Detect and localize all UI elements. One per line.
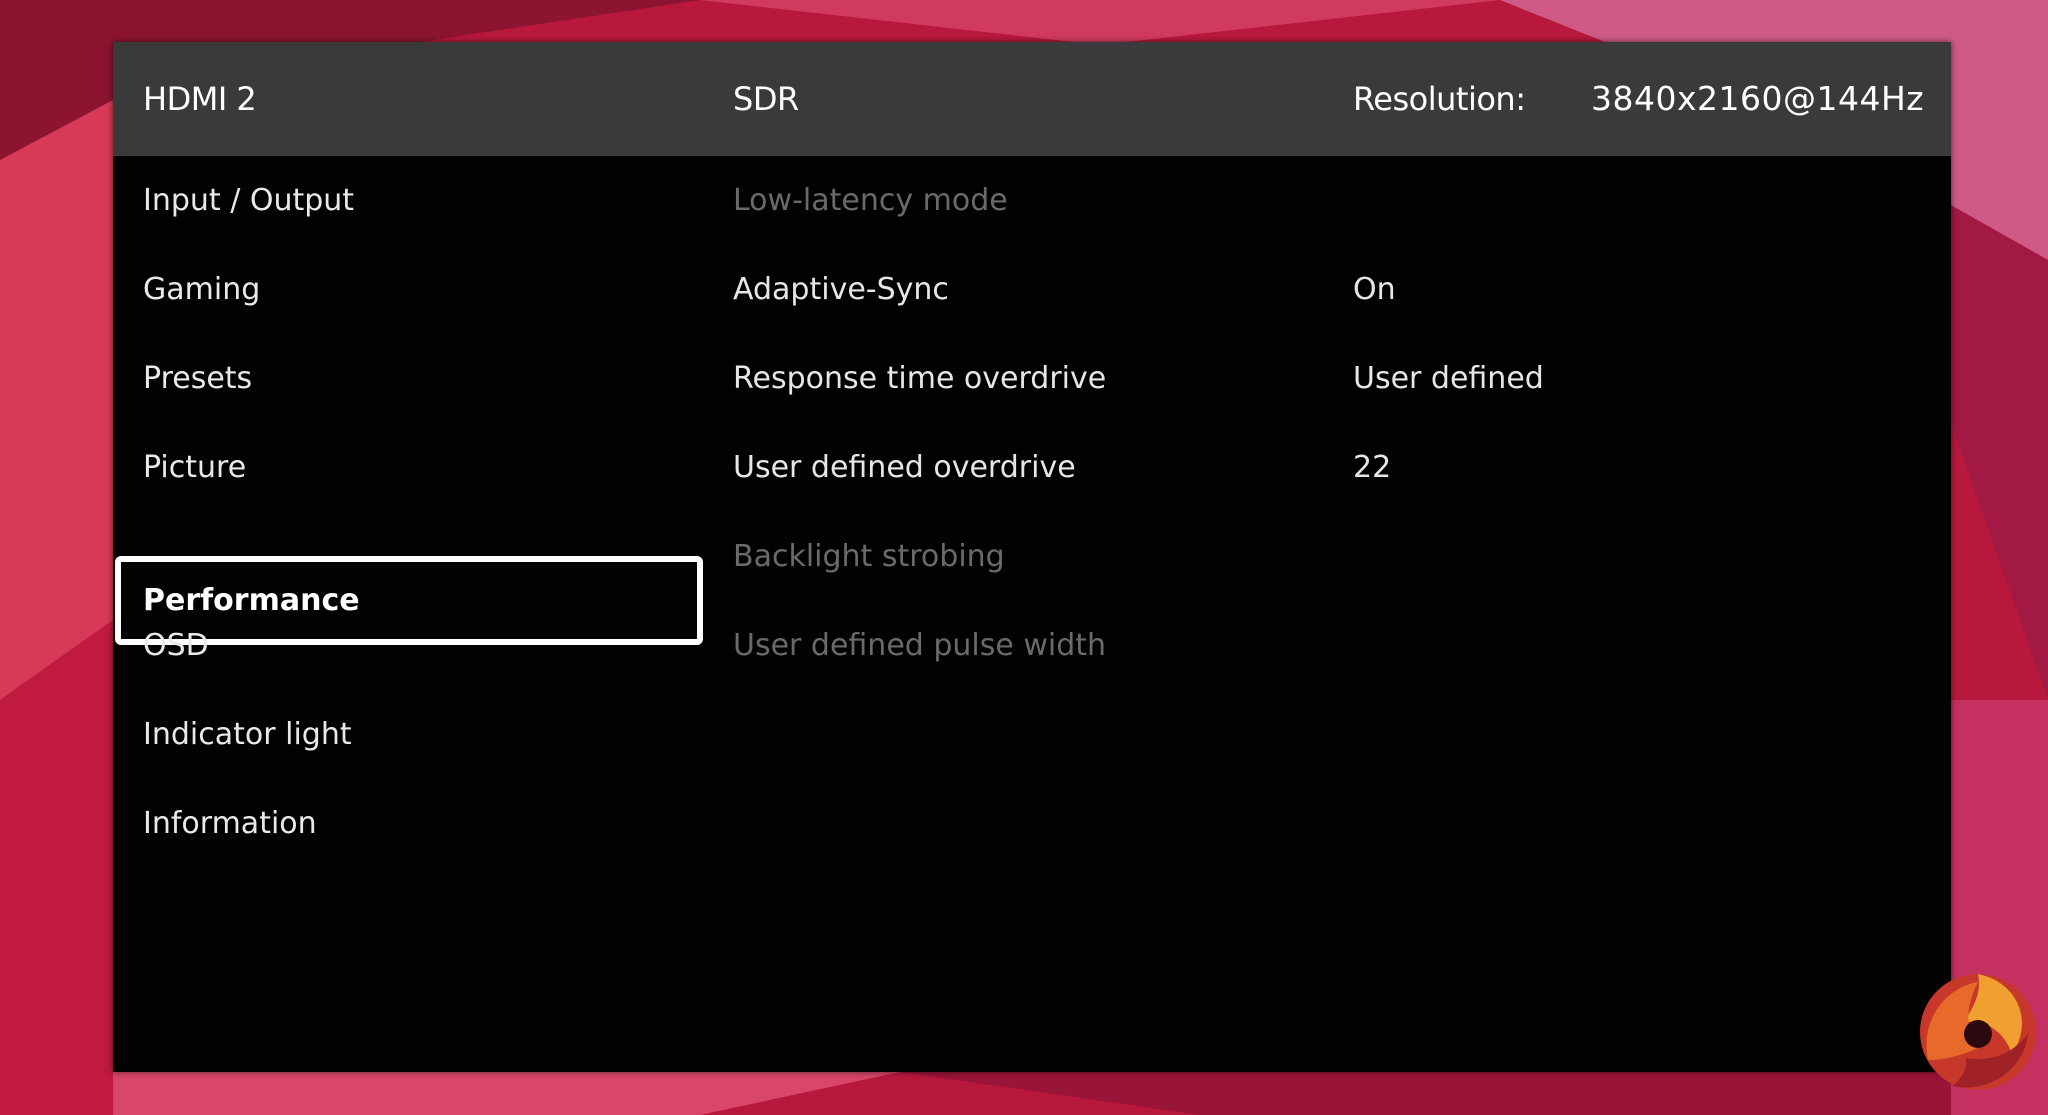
menu-item-indicator-light[interactable]: Indicator light xyxy=(113,690,705,779)
menu-item-label: Presets xyxy=(143,361,253,396)
input-source-label: HDMI 2 xyxy=(143,80,257,118)
menu-item-osd[interactable]: OSD xyxy=(113,601,705,690)
setting-label: User defined pulse width xyxy=(733,628,1107,663)
menu-item-label: Gaming xyxy=(143,272,261,307)
osd-header-bar: HDMI 2 SDR Resolution: 3840x2160@144Hz xyxy=(113,42,1951,156)
setting-value: 22 xyxy=(1353,450,1392,485)
osd-main-menu: Input / Output Gaming Presets Picture Pe… xyxy=(113,156,705,1072)
setting-value: On xyxy=(1353,272,1396,307)
setting-row-user-defined-overdrive[interactable]: User defined overdrive 22 xyxy=(733,423,1933,512)
setting-label: Low-latency mode xyxy=(733,183,1008,218)
setting-row-response-time-overdrive[interactable]: Response time overdrive User defined xyxy=(733,334,1933,423)
dynamic-range-label: SDR xyxy=(733,80,799,118)
menu-item-picture[interactable]: Picture xyxy=(113,423,705,512)
setting-row-backlight-strobing: Backlight strobing xyxy=(733,512,1933,601)
resolution-label: Resolution: xyxy=(1353,80,1526,118)
kitguru-logo-icon xyxy=(1920,974,2036,1090)
setting-row-adaptive-sync[interactable]: Adaptive-Sync On xyxy=(733,245,1933,334)
setting-row-user-defined-pulse-width: User defined pulse width xyxy=(733,601,1933,690)
setting-label: Backlight strobing xyxy=(733,539,1005,574)
menu-item-label: Picture xyxy=(143,450,247,485)
setting-value: User defined xyxy=(1353,361,1544,396)
menu-item-label: Input / Output xyxy=(143,183,355,218)
setting-label: Adaptive-Sync xyxy=(733,272,949,307)
menu-item-gaming[interactable]: Gaming xyxy=(113,245,705,334)
menu-item-presets[interactable]: Presets xyxy=(113,334,705,423)
menu-item-input-output[interactable]: Input / Output xyxy=(113,156,705,245)
performance-settings-list: Low-latency mode Adaptive-Sync On Respon… xyxy=(733,156,1933,1072)
monitor-osd-panel: HDMI 2 SDR Resolution: 3840x2160@144Hz I… xyxy=(113,42,1951,1072)
menu-item-label: OSD xyxy=(143,628,209,663)
menu-item-information[interactable]: Information xyxy=(113,779,705,868)
setting-row-low-latency-mode: Low-latency mode xyxy=(733,156,1933,245)
menu-item-label: Indicator light xyxy=(143,717,352,752)
resolution-value: 3840x2160@144Hz xyxy=(1591,79,1925,118)
setting-label: User defined overdrive xyxy=(733,450,1076,485)
setting-label: Response time overdrive xyxy=(733,361,1107,396)
menu-item-label: Information xyxy=(143,806,317,841)
